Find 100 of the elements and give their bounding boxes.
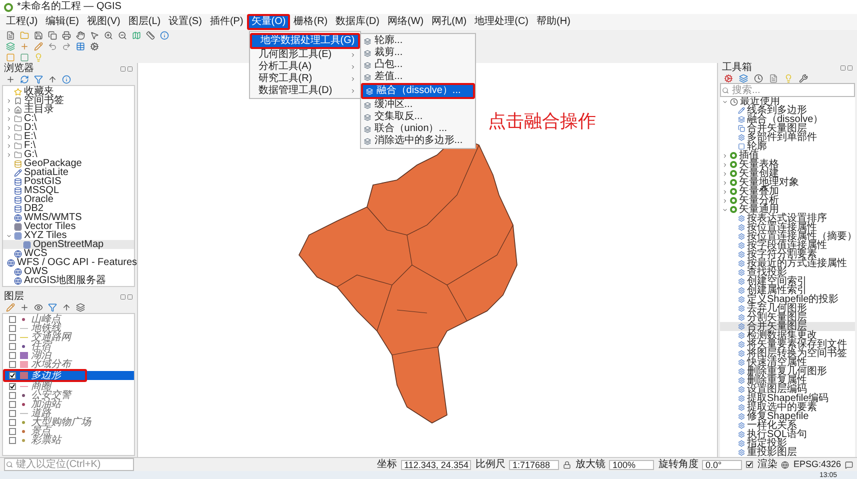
layer-name[interactable]: 湖泊 (31, 351, 51, 360)
submenu-entry[interactable]: 缓冲区... (361, 99, 476, 111)
tool-name[interactable]: 合并矢量图层 (747, 124, 807, 133)
float-icon[interactable] (120, 294, 126, 300)
tool-name[interactable]: 创建空间索引 (747, 277, 807, 286)
layers-button[interactable] (737, 72, 749, 84)
tool-row[interactable]: 创建属性索引 (720, 286, 855, 295)
scale-field[interactable]: 1:717688 (509, 460, 560, 470)
tool-row[interactable]: 快速清空属性 (720, 358, 855, 367)
layer-name[interactable]: 商圈 (31, 382, 51, 391)
browser-item[interactable]: PostGIS (24, 177, 62, 186)
close-icon[interactable] (847, 65, 853, 71)
browser-item[interactable]: ArcGIS地图服务器 (24, 276, 106, 285)
rotation-field[interactable]: 0.0° (702, 460, 742, 470)
browser-item[interactable]: WFS / OGC API - Features (17, 258, 138, 267)
tool-row[interactable]: 重投影图层 (720, 448, 855, 457)
layer-name[interactable]: 道路 (31, 409, 51, 418)
checkbox[interactable] (9, 361, 16, 368)
browser-item[interactable]: Oracle (24, 195, 54, 204)
checkbox[interactable] (9, 316, 16, 323)
float-icon[interactable] (120, 66, 126, 72)
checkbox[interactable] (9, 352, 16, 359)
layer-row[interactable]: 水域分布 (3, 360, 134, 369)
submenu-entry[interactable]: 交集取反... (361, 111, 476, 123)
browser-item[interactable]: OpenStreetMap (3, 240, 134, 249)
info-button[interactable] (60, 74, 72, 86)
submenu-entry[interactable]: 融合（dissolve）... (363, 85, 474, 97)
tool-row[interactable]: 按最近的方式连接属性 (720, 259, 855, 268)
tool-row[interactable]: 分割矢量图层 (720, 313, 855, 322)
tool-name[interactable]: 按位置连接属性 (747, 223, 817, 232)
tool-name[interactable]: 重投影图层 (747, 448, 797, 457)
submenu-entry[interactable]: 消除选中的多边形... (361, 135, 476, 147)
menu-item[interactable]: 矢量(O) (249, 16, 288, 28)
menu-item[interactable]: 网孔(M) (430, 16, 469, 28)
toolbox-group[interactable]: 矢量地理对象 (739, 178, 799, 187)
layer-name[interactable]: 水域分布 (31, 360, 71, 369)
browser-item[interactable]: OWS (24, 267, 48, 276)
tool-row[interactable]: 轮廓 (720, 142, 855, 151)
browser-item[interactable]: XYZ Tiles (24, 231, 67, 240)
tool-name[interactable]: 线条到多边形 (747, 106, 807, 115)
layer-row[interactable]: 道路 (3, 409, 134, 418)
browser-item[interactable]: WCS (24, 249, 48, 258)
browser-item[interactable]: C:\ (24, 114, 37, 123)
browser-item[interactable]: 空间书签 (24, 96, 64, 105)
tool-name[interactable]: 按位置连接属性（摘要） (747, 232, 857, 241)
tool-name[interactable]: 一样化关系 (747, 421, 797, 430)
tool-name[interactable]: 轮廓 (747, 142, 767, 151)
submenu-entry[interactable]: 轮廓... (361, 35, 476, 47)
layer-row[interactable]: 住宿 (3, 342, 134, 351)
checkbox[interactable] (9, 372, 16, 379)
tool-row[interactable]: 按字符分割要素 (720, 250, 855, 259)
tool-name[interactable]: 按表达式设置排序 (747, 214, 827, 223)
tool-row[interactable]: 查找投影 (720, 268, 855, 277)
zoom-out-button[interactable] (116, 30, 128, 42)
menu-entry[interactable]: 分析工具(A) (250, 61, 360, 73)
tool-row[interactable]: 指定投影 (720, 439, 855, 448)
tool-name[interactable]: 提取选中的要素 (747, 403, 817, 412)
pointer-button[interactable] (88, 30, 100, 42)
tool-row[interactable]: 多部件到单部件 (720, 133, 855, 142)
browser-item[interactable]: SpatiaLite (24, 168, 68, 177)
browser-item[interactable]: 主目录 (24, 105, 54, 114)
toolbox-group[interactable]: 矢量分析 (739, 196, 779, 205)
checkbox[interactable] (9, 392, 16, 399)
layer-row[interactable]: 彩票站 (3, 436, 134, 445)
checkbox[interactable] (9, 410, 16, 417)
layer-name[interactable]: 大型购物广场 (31, 418, 91, 427)
checkbox[interactable] (9, 437, 16, 444)
submenu-entry[interactable]: 联合（union）... (361, 123, 476, 135)
tool-row[interactable]: 修复Shapefile (720, 412, 855, 421)
browser-item[interactable]: MSSQL (24, 186, 60, 195)
search-field[interactable]: 搜索... (720, 83, 855, 97)
layers-button[interactable] (74, 302, 86, 314)
tool-row[interactable]: 线条到多边形 (720, 106, 855, 115)
tool-name[interactable]: 将图层转换为空间书签 (747, 349, 847, 358)
redo-button[interactable] (60, 40, 72, 52)
menu-item[interactable]: 栅格(R) (292, 16, 330, 28)
layer-row[interactable]: 景点 (3, 427, 134, 436)
tool-name[interactable]: 丢弃几何图形 (747, 304, 807, 313)
menu-entry[interactable]: 几何图形工具(E) (250, 49, 360, 61)
tool-row[interactable]: 提取选中的要素 (720, 403, 855, 412)
layer-row[interactable]: 地铁线 (3, 324, 134, 333)
tool-row[interactable]: 定义Shapefile的投影 (720, 295, 855, 304)
tool-row[interactable]: 合并矢量图层 (720, 322, 855, 331)
menu-entry[interactable]: 研究工具(R) (250, 73, 360, 85)
tool-row[interactable]: 将矢量要素保存到文件 (720, 340, 855, 349)
copy-button[interactable] (46, 30, 58, 42)
submenu-entry[interactable]: 裁剪... (361, 47, 476, 59)
checkbox[interactable] (9, 419, 16, 426)
tool-name[interactable]: 按字符分割要素 (747, 250, 817, 259)
tool-row[interactable]: 提取Shapefile编码 (720, 394, 855, 403)
float-icon[interactable] (840, 65, 846, 71)
tool-name[interactable]: 设置图层编码 (747, 385, 807, 394)
layer-row[interactable]: 加油站 (3, 400, 134, 409)
filter-button[interactable] (32, 74, 44, 86)
layer-row[interactable]: 交通路网 (3, 333, 134, 342)
tool-name[interactable]: 提取Shapefile编码 (747, 394, 829, 403)
file-button[interactable] (767, 72, 779, 84)
tool-row[interactable]: 设置图层编码 (720, 385, 855, 394)
info-button[interactable] (158, 30, 170, 42)
tool-name[interactable]: 执行SQL语句 (747, 430, 808, 439)
